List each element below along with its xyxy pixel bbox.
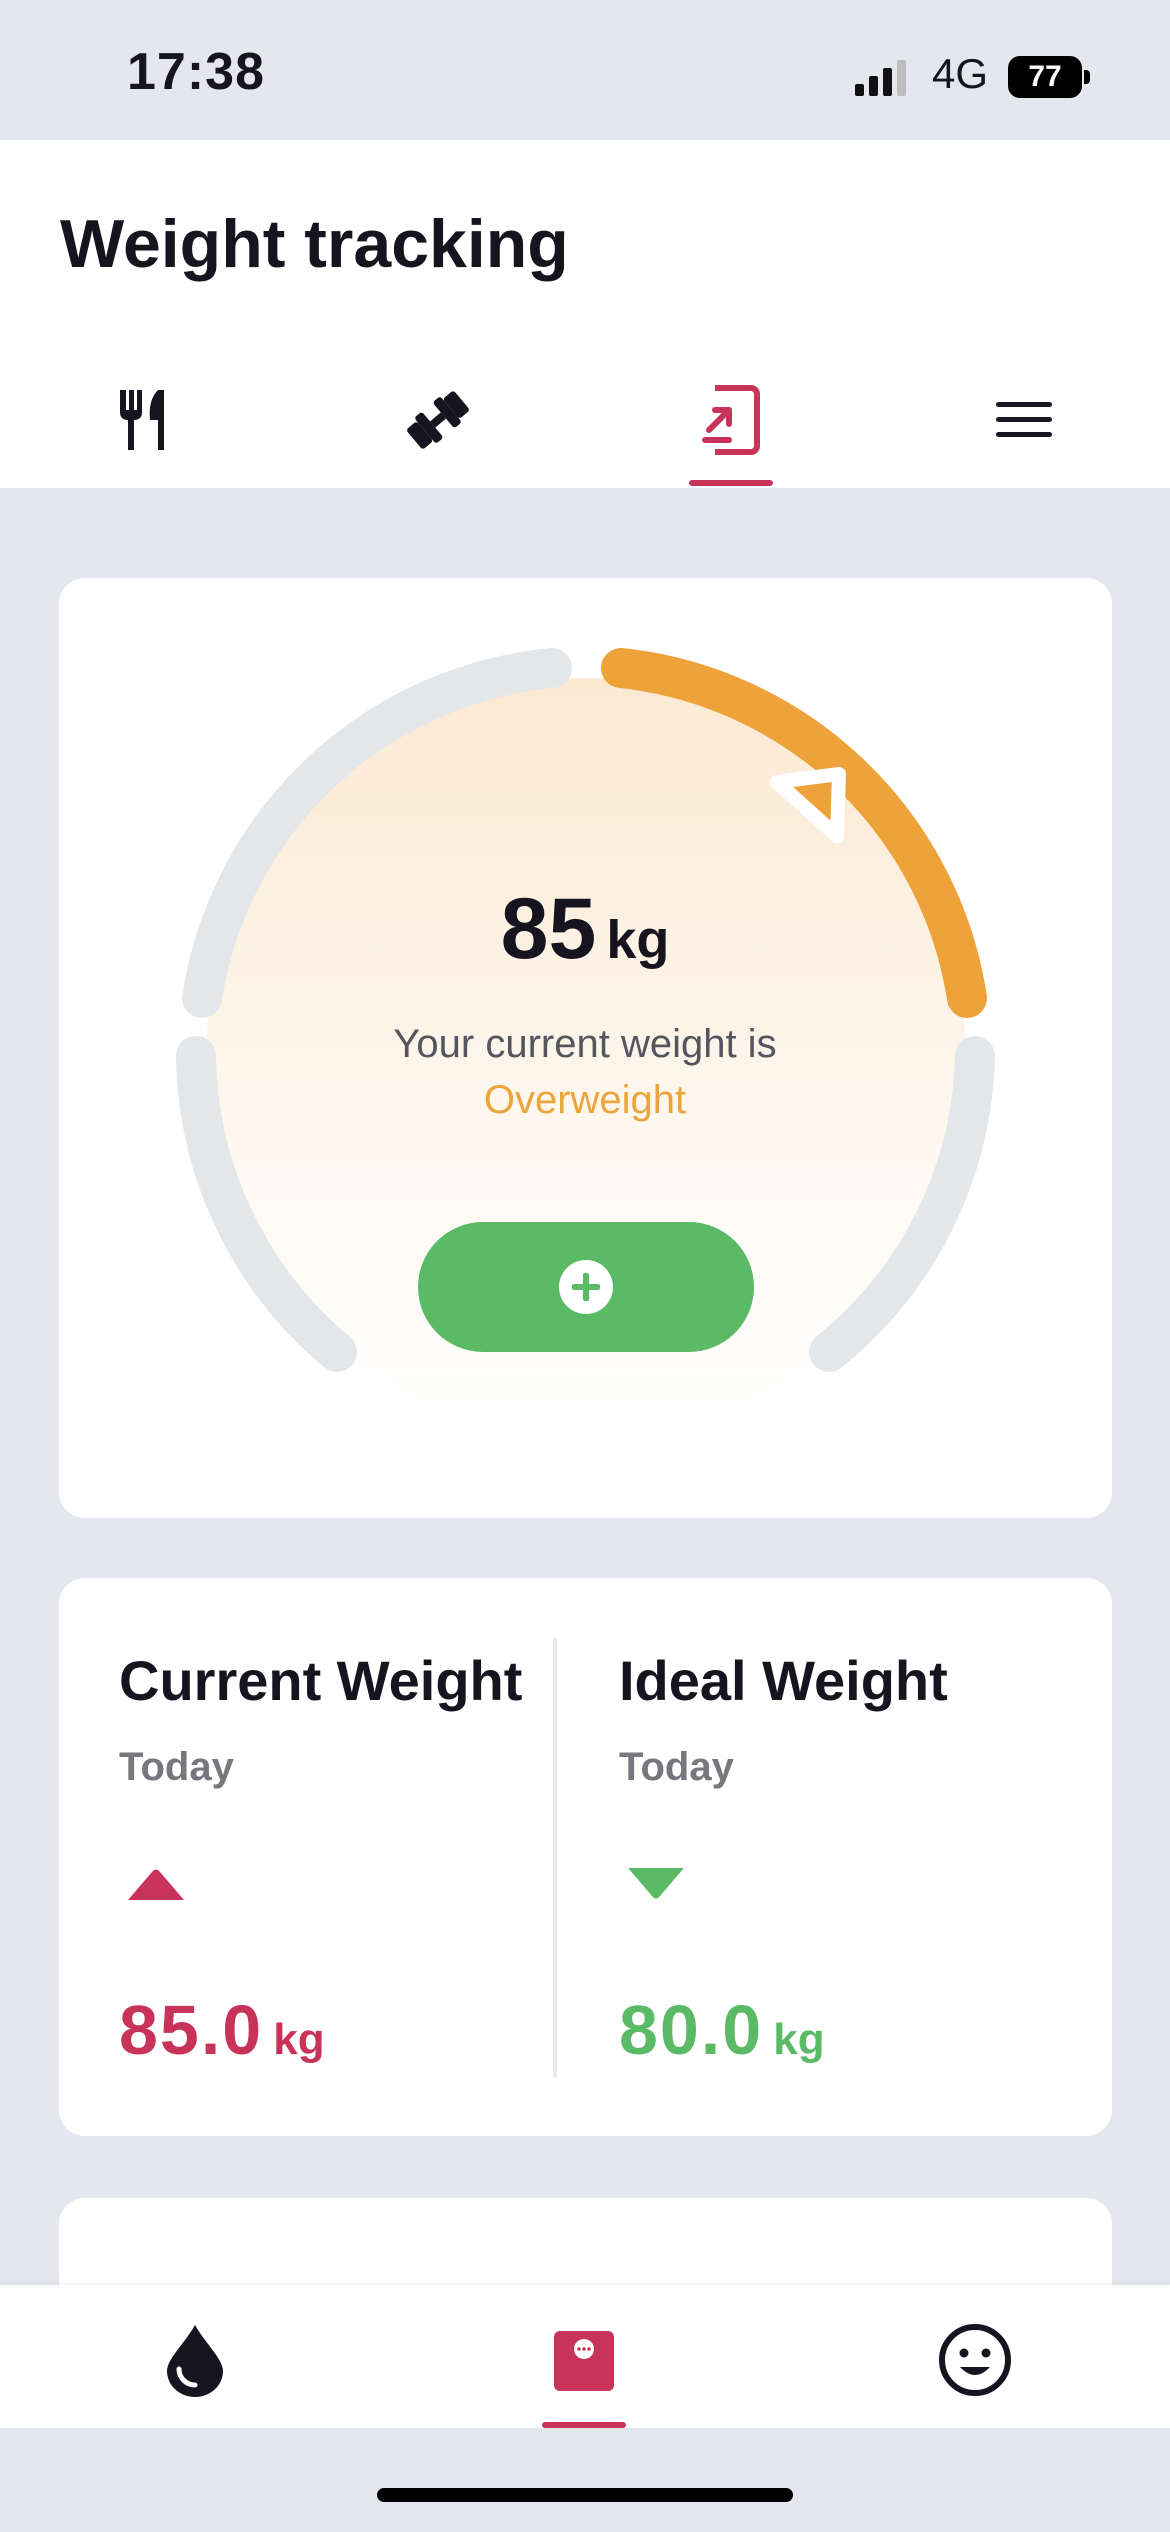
tab-weight[interactable] <box>671 372 791 468</box>
current-weight-period: Today <box>119 1745 234 1789</box>
bottom-nav-mood[interactable] <box>915 2305 1035 2415</box>
trend-up-icon <box>128 1869 184 1900</box>
plus-circle-icon <box>559 1260 613 1314</box>
bottom-nav-water[interactable] <box>135 2305 255 2415</box>
ideal-weight-number-value: 80.0 <box>619 1991 764 2069</box>
active-bottom-tab-underline <box>542 2422 626 2428</box>
status-time: 17:38 <box>127 43 265 101</box>
water-drop-icon <box>167 2325 223 2397</box>
battery-icon: 77 <box>1008 56 1082 98</box>
signal-icon <box>855 60 906 96</box>
page-title: Weight tracking <box>60 206 569 282</box>
current-weight-title: Current Weight <box>119 1649 523 1712</box>
tab-workout[interactable] <box>378 372 498 468</box>
trend-down-icon <box>628 1868 684 1899</box>
add-weight-button[interactable] <box>418 1222 754 1352</box>
current-weight-value: 85.0 kg <box>119 1990 325 2070</box>
scale-entry-icon <box>702 385 760 455</box>
current-weight-value-unit: kg <box>273 2015 325 2064</box>
ideal-weight-title: Ideal Weight <box>619 1649 948 1712</box>
menu-icon <box>996 402 1052 437</box>
weight-caption: Your current weight is <box>393 1022 777 1066</box>
ideal-weight-value: 80.0 kg <box>619 1990 825 2070</box>
home-indicator[interactable] <box>377 2488 793 2502</box>
dumbbell-icon <box>407 391 469 449</box>
stats-divider <box>553 1638 557 2078</box>
tab-nutrition[interactable] <box>86 372 206 468</box>
ideal-weight-period: Today <box>619 1745 734 1789</box>
tab-menu[interactable] <box>964 372 1084 468</box>
current-weight-display: 85 kg <box>0 880 1170 979</box>
current-weight-number-value: 85.0 <box>119 1991 264 2069</box>
current-weight-number: 85 <box>500 881 597 977</box>
active-tab-underline <box>689 480 773 486</box>
network-label: 4G <box>932 50 989 97</box>
fork-knife-icon <box>120 390 164 450</box>
smiley-icon <box>939 2324 1011 2396</box>
battery-nub <box>1084 70 1090 84</box>
chat-calendar-icon <box>554 2331 614 2391</box>
ideal-weight-value-unit: kg <box>773 2015 825 2064</box>
bottom-nav-diary[interactable] <box>524 2305 644 2415</box>
weight-status: Overweight <box>483 1078 687 1122</box>
current-weight-unit: kg <box>606 910 670 970</box>
